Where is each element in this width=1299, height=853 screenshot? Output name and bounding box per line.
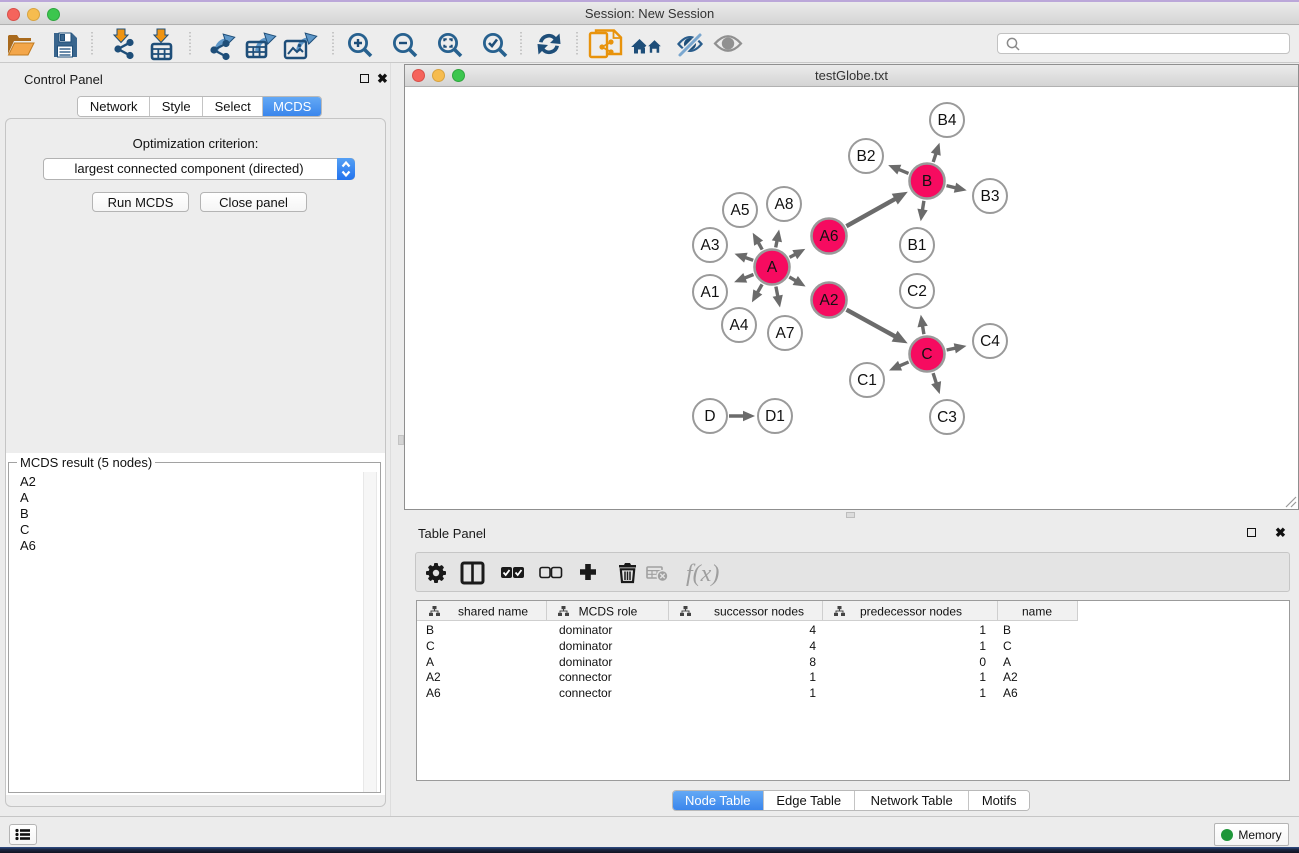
svg-text:predecessor nodes: predecessor nodes [860,605,962,619]
svg-text:MCDS role: MCDS role [579,605,638,619]
svg-text:f(x): f(x) [686,561,719,587]
svg-text:A4: A4 [730,317,749,334]
svg-text:B4: B4 [938,112,957,129]
svg-text:C1: C1 [857,372,877,389]
svg-text:successor nodes: successor nodes [714,605,804,619]
svg-text:D1: D1 [765,408,785,425]
svg-text:A: A [767,259,778,276]
svg-text:B1: B1 [908,237,927,254]
svg-text:A1: A1 [701,284,720,301]
svg-text:A6: A6 [820,228,839,245]
svg-text:A7: A7 [776,325,795,342]
svg-text:C4: C4 [980,333,1000,350]
svg-text:B2: B2 [857,148,876,165]
svg-text:A3: A3 [701,237,720,254]
svg-text:shared name: shared name [458,605,528,619]
svg-text:B3: B3 [981,188,1000,205]
svg-text:C3: C3 [937,409,957,426]
svg-text:A8: A8 [775,196,794,213]
svg-text:B: B [922,173,932,190]
svg-text:name: name [1022,605,1052,619]
svg-text:A5: A5 [731,202,750,219]
svg-text:C: C [921,346,932,363]
svg-text:D: D [704,408,715,425]
svg-text:A2: A2 [820,292,839,309]
svg-text:C2: C2 [907,283,927,300]
